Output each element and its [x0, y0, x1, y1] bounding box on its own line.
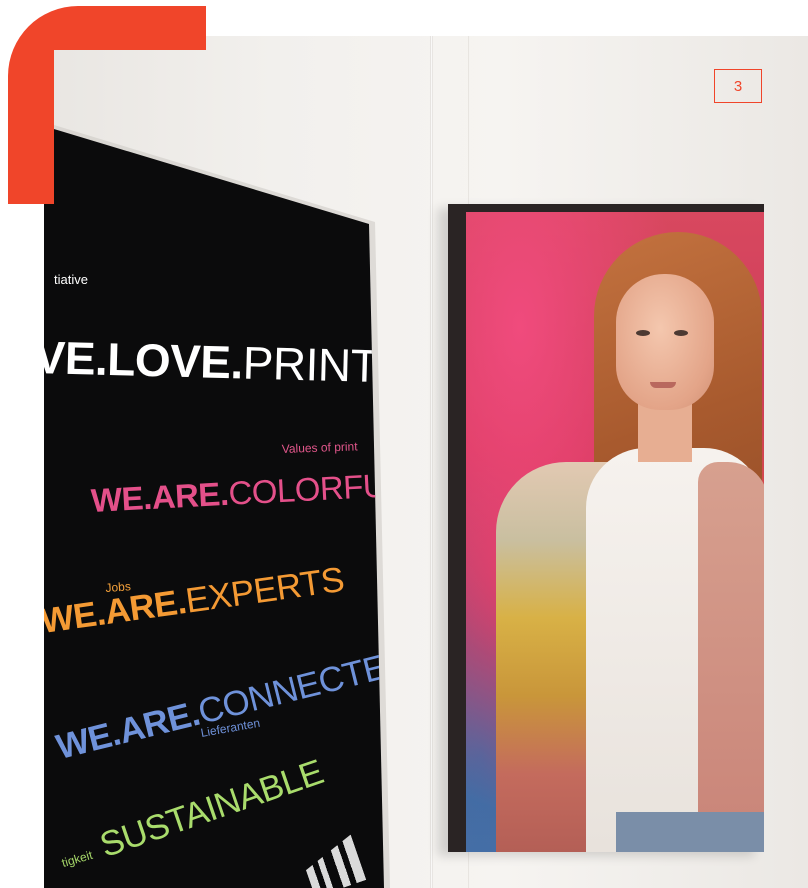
jeans — [616, 812, 764, 852]
eye-right — [674, 330, 688, 336]
qr-code-icon — [300, 835, 367, 888]
page-number: 3 — [714, 69, 762, 103]
black-poster: tiative VE.LOVE.PRINT Values of print WE… — [44, 126, 384, 888]
sustainability-label: tigkeit — [60, 847, 95, 870]
we-are-connected: WE.ARE.CONNECTED — [52, 641, 384, 768]
mouth — [650, 382, 676, 388]
we-are-colorful: WE.ARE.COLORFUL — [90, 466, 384, 520]
cardigan-right — [698, 462, 764, 852]
line-bold: WE.ARE. — [90, 474, 230, 520]
values-of-print-label: Values of print — [281, 439, 358, 456]
face — [616, 274, 714, 410]
line-bold: WE.ARE. — [44, 582, 189, 642]
line-regular: EXPERTS — [183, 559, 347, 621]
wall-seam — [430, 36, 433, 888]
line-regular: SUSTAINABLE — [94, 752, 329, 866]
line-bold: WE.ARE. — [52, 693, 204, 768]
framed-portrait-photo — [466, 212, 764, 852]
poster-initiative-label: tiative — [54, 272, 88, 287]
poster-headline: VE.LOVE.PRINT — [44, 330, 379, 393]
headline-regular: PRINT — [242, 336, 379, 392]
we-are-experts: WE.ARE.EXPERTS — [44, 560, 347, 642]
eye-left — [636, 330, 650, 336]
we-are-sustainable: SUSTAINABLE — [95, 752, 328, 866]
neck — [638, 402, 692, 462]
headline-bold: VE.LOVE. — [44, 331, 244, 389]
